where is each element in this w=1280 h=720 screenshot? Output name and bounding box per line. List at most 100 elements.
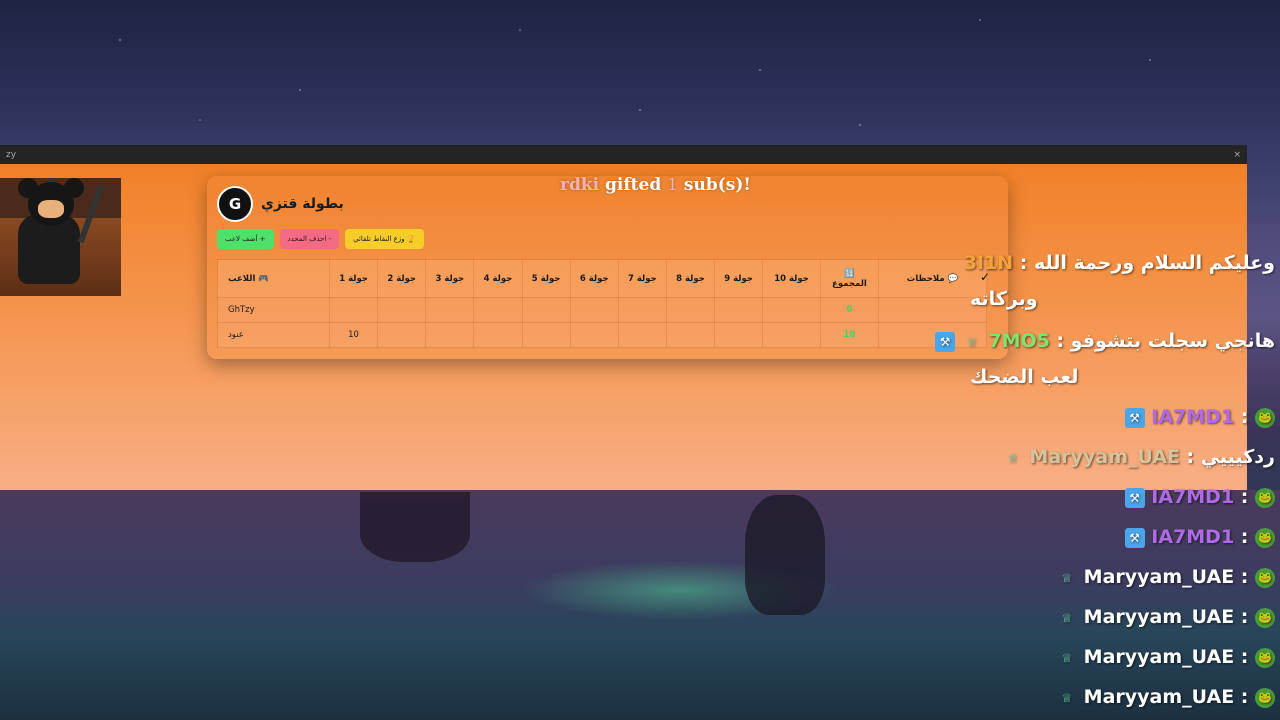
round-cell[interactable]	[377, 297, 427, 323]
round-cell[interactable]	[425, 322, 475, 348]
column-header-total: 🔢 المجموع	[819, 259, 880, 298]
round-cell[interactable]	[762, 322, 821, 348]
alert-suffix: sub(s)!	[683, 175, 751, 195]
chat-message-continuation: لعب الضحك	[970, 366, 1079, 388]
round-cell[interactable]	[377, 322, 427, 348]
chat-separator: :	[1049, 330, 1071, 352]
chat-separator: :	[1234, 566, 1255, 588]
moderator-badge-icon: ⚒	[1124, 487, 1145, 508]
chat-text: هانجي سجلت بتشوفو	[1070, 330, 1275, 352]
chat-username[interactable]: IA7MD1	[1151, 526, 1234, 548]
chat-message: ♕ Maryyam_UAE : 🐸	[1057, 646, 1275, 668]
add-player-button[interactable]: أضف لاعب +	[217, 229, 274, 249]
close-icon[interactable]: ×	[1233, 150, 1241, 160]
pepe-emote-icon: 🐸	[1255, 407, 1275, 428]
round-cell[interactable]: 10	[328, 322, 379, 348]
column-header-round-4: جولة 4	[473, 259, 523, 298]
chat-separator: :	[1013, 252, 1034, 274]
chat-username[interactable]: IA7MD1	[1151, 406, 1234, 428]
table-row[interactable]: عنود 10 10	[217, 322, 987, 348]
round-cell[interactable]	[713, 297, 764, 323]
round-cell[interactable]	[521, 297, 571, 323]
chat-username[interactable]: Maryyam_UAE	[1084, 646, 1235, 668]
alert-username: rdki	[560, 175, 600, 195]
column-header-round-9: جولة 9	[713, 259, 764, 298]
webcam-feed	[0, 178, 121, 296]
chat-username[interactable]: Maryyam_UAE	[1084, 686, 1235, 708]
sub-gift-alert: rdki gifted 1 sub(s)!	[560, 175, 751, 195]
chat-message: ♕ Maryyam_UAE : 🐸	[1057, 566, 1275, 588]
alert-count: 1	[667, 175, 678, 195]
chat-separator: :	[1234, 406, 1255, 428]
moderator-badge-icon: ⚒	[1124, 407, 1145, 428]
round-cell[interactable]	[713, 322, 764, 348]
alert-verb: gifted	[605, 175, 662, 195]
chat-username[interactable]: Maryyam_UAE	[1084, 606, 1235, 628]
window-title: zy	[6, 149, 17, 160]
column-header-round-6: جولة 6	[569, 259, 619, 298]
round-cell[interactable]	[328, 297, 379, 323]
round-cell[interactable]	[473, 297, 523, 323]
round-cell[interactable]	[665, 322, 716, 348]
pepe-emote-icon: 🐸	[1255, 687, 1275, 708]
chat-message: ⚒ ♕ 7MO5 : هانجي سجلت بتشوفو	[935, 330, 1275, 352]
chat-username[interactable]: 3I1N	[964, 252, 1013, 274]
distribute-points-button[interactable]: وزع النقاط تلقائي 🏆	[345, 229, 424, 249]
round-cell[interactable]	[425, 297, 475, 323]
chat-message-continuation: وبركاته	[970, 288, 1038, 310]
table-row[interactable]: GhTzy 0	[217, 297, 987, 323]
round-cell[interactable]	[521, 322, 571, 348]
pepe-emote-icon: 🐸	[1255, 527, 1275, 548]
player-name-cell[interactable]: عنود	[217, 322, 330, 348]
scores-table: اللاعب 🎮 جولة 1 جولة 2 جولة 3 جولة 4 جول…	[217, 259, 987, 348]
column-header-round-1: جولة 1	[328, 259, 379, 298]
total-cell: 0	[819, 297, 880, 323]
round-cell[interactable]	[569, 297, 619, 323]
chat-message: ♕ Maryyam_UAE : 🐸	[1057, 606, 1275, 628]
round-cell[interactable]	[665, 297, 716, 323]
tree-silhouette	[360, 492, 470, 562]
chat-message: ⚒ IA7MD1 : 🐸	[1124, 526, 1275, 548]
chat-separator: :	[1234, 686, 1255, 708]
panel-header: G بطولة قتزي	[217, 186, 344, 222]
column-header-round-10: جولة 10	[762, 259, 821, 298]
subscriber-badge-icon: ♕	[1061, 610, 1073, 625]
chat-separator: :	[1234, 606, 1255, 628]
player-name-cell[interactable]: GhTzy	[217, 297, 330, 323]
pepe-emote-icon: 🐸	[1255, 647, 1275, 668]
delete-selected-button[interactable]: احذف المحدد -	[279, 229, 340, 249]
tournament-panel: G بطولة قتزي أضف لاعب + احذف المحدد - وز…	[207, 176, 1008, 359]
column-header-round-3: جولة 3	[425, 259, 475, 298]
round-cell[interactable]	[762, 297, 821, 323]
pepe-emote-icon: 🐸	[1255, 567, 1275, 588]
panel-title: بطولة قتزي	[261, 196, 344, 212]
round-cell[interactable]	[569, 322, 619, 348]
chat-username[interactable]: Maryyam_UAE	[1029, 446, 1180, 468]
chat-separator: :	[1234, 526, 1255, 548]
column-header-round-7: جولة 7	[617, 259, 667, 298]
toolbar: أضف لاعب + احذف المحدد - وزع النقاط تلقا…	[217, 229, 424, 249]
moderator-badge-icon: ⚒	[1124, 527, 1145, 548]
chat-username[interactable]: IA7MD1	[1151, 486, 1234, 508]
round-cell[interactable]	[617, 322, 667, 348]
subscriber-badge-icon: ♕	[1007, 450, 1019, 465]
chat-separator: :	[1179, 446, 1201, 468]
chat-username[interactable]: Maryyam_UAE	[1084, 566, 1235, 588]
chat-text: ردكيييي	[1200, 446, 1275, 468]
chat-text: وعليكم السلام ورحمة الله	[1033, 252, 1275, 274]
round-cell[interactable]	[473, 322, 523, 348]
streamer-mask	[38, 200, 64, 218]
chat-separator: :	[1234, 486, 1255, 508]
pepe-emote-icon: 🐸	[1255, 487, 1275, 508]
round-cell[interactable]	[617, 297, 667, 323]
chat-message: 3I1N : وعليكم السلام ورحمة الله	[964, 252, 1275, 274]
table-header-row: اللاعب 🎮 جولة 1 جولة 2 جولة 3 جولة 4 جول…	[217, 259, 987, 298]
column-header-total-label: المجموع	[832, 278, 867, 289]
chat-message: ⚒ IA7MD1 : 🐸	[1124, 486, 1275, 508]
column-header-player: اللاعب 🎮	[217, 259, 330, 298]
chat-message: ⚒ IA7MD1 : 🐸	[1124, 406, 1275, 428]
tree-silhouette-2	[745, 495, 825, 615]
chat-message: ♕ Maryyam_UAE : 🐸	[1057, 686, 1275, 708]
column-header-round-2: جولة 2	[377, 259, 427, 298]
chat-username[interactable]: 7MO5	[988, 330, 1050, 352]
